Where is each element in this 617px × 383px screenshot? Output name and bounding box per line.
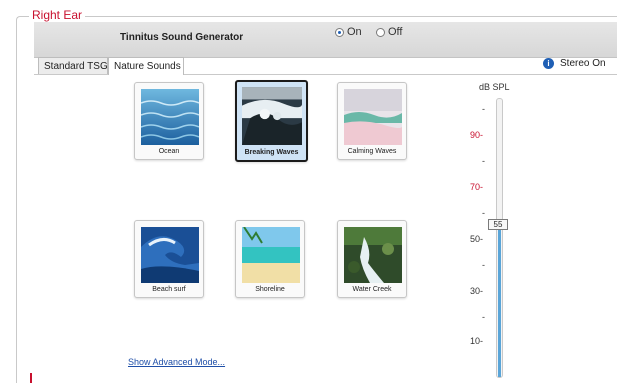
sound-label: Shoreline xyxy=(255,286,285,293)
scale-minor-tick: - xyxy=(482,312,485,322)
breaking-waves-thumbnail xyxy=(242,87,302,145)
stereo-toggle[interactable]: i Stereo On xyxy=(543,58,606,69)
radio-unchecked-icon xyxy=(376,27,385,37)
sound-tile-ocean[interactable]: Ocean xyxy=(134,82,204,160)
scale-minor-tick: - xyxy=(482,260,485,270)
info-icon: i xyxy=(543,58,554,69)
sound-label: Ocean xyxy=(158,148,180,155)
beach-surf-thumbnail xyxy=(141,227,199,283)
header-bar: Tinnitus Sound Generator On Off xyxy=(34,22,617,58)
off-radio[interactable]: Off xyxy=(376,26,402,38)
sound-label: Breaking Waves xyxy=(244,149,299,156)
sound-label: Beach surf xyxy=(152,286,186,293)
show-advanced-mode-link[interactable]: Show Advanced Mode... xyxy=(128,357,225,367)
scale-tick-10: 10- xyxy=(470,336,484,346)
scale-tick-30: 30- xyxy=(470,286,484,296)
red-marker xyxy=(30,373,32,383)
scale-tick-50: 50- xyxy=(470,234,484,244)
sound-tile-water-creek[interactable]: Water Creek xyxy=(337,220,407,298)
scale-minor-tick: - xyxy=(482,156,485,166)
scale-tick-90: 90- xyxy=(470,130,484,140)
ocean-thumbnail xyxy=(141,89,199,145)
sound-tile-beach-surf[interactable]: Beach surf xyxy=(134,220,204,298)
calming-waves-thumbnail xyxy=(344,89,402,145)
tab-standard-tsg[interactable]: Standard TSG xyxy=(38,57,108,74)
sound-tile-breaking-waves[interactable]: Breaking Waves xyxy=(235,80,308,162)
tab-nature-sounds[interactable]: Nature Sounds xyxy=(108,57,184,75)
sound-label: Water Creek xyxy=(352,286,392,293)
radio-checked-icon xyxy=(335,27,344,37)
sound-tile-calming-waves[interactable]: Calming Waves xyxy=(337,82,407,160)
scale-minor-tick: - xyxy=(482,208,485,218)
scale-minor-tick: - xyxy=(482,104,485,114)
scale-tick-70: 70- xyxy=(470,182,484,192)
on-radio-label: On xyxy=(347,26,362,38)
group-legend: Right Ear xyxy=(29,8,86,22)
stereo-label: Stereo On xyxy=(560,58,606,69)
off-radio-label: Off xyxy=(388,26,403,38)
db-unit-label: dB SPL xyxy=(479,82,510,92)
sound-label: Calming Waves xyxy=(347,148,397,155)
shoreline-thumbnail xyxy=(242,227,300,283)
volume-slider-thumb[interactable]: 55 xyxy=(488,219,508,231)
on-radio[interactable]: On xyxy=(335,26,362,38)
page-title: Tinnitus Sound Generator xyxy=(120,32,244,43)
volume-slider-fill xyxy=(498,230,501,377)
water-creek-thumbnail xyxy=(344,227,402,283)
sound-tile-shoreline[interactable]: Shoreline xyxy=(235,220,305,298)
